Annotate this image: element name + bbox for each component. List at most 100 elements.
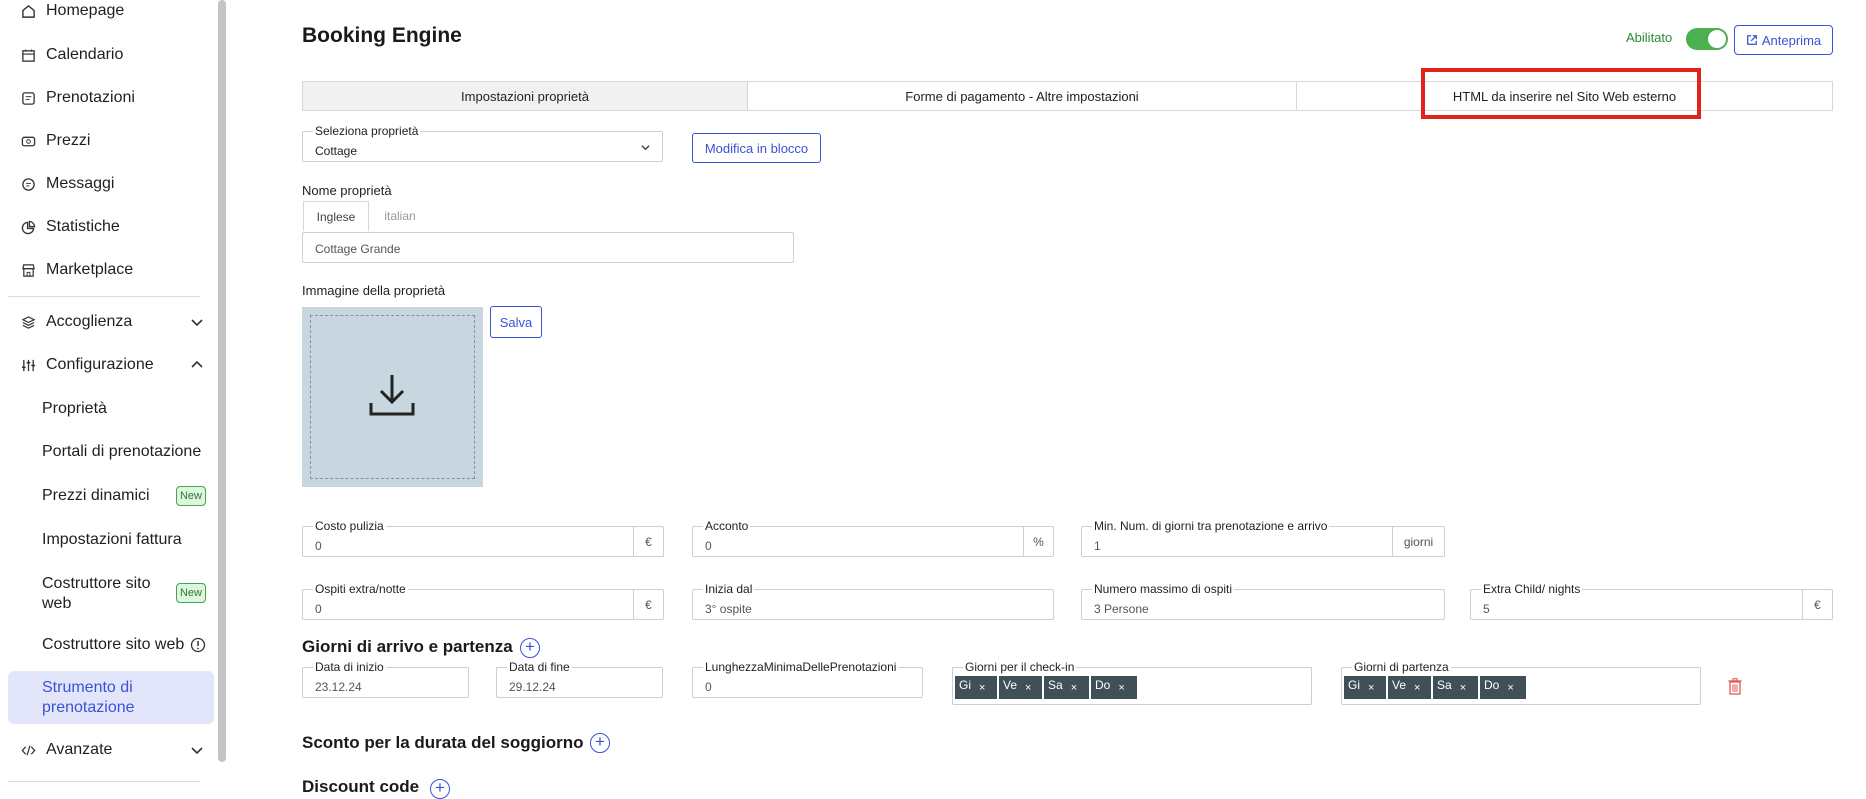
days-suffix: giorni [1392,527,1444,556]
sidebar-subitem-strumento[interactable]: Strumento di prenotazione [42,678,182,718]
sidebar: Homepage Calendario Prenotazioni Prezzi … [0,0,216,789]
chevron-up-icon[interactable] [190,358,204,372]
field-value: 3° ospite [705,602,752,616]
discount-code-title: Discount code [302,777,420,796]
chip-remove-icon[interactable]: × [1118,682,1124,694]
chevron-down-icon [641,145,650,151]
sidebar-item-prezzi[interactable]: Prezzi [20,126,90,156]
property-select[interactable]: Seleziona proprietà Cottage [302,125,663,162]
sidebar-subitem-proprieta[interactable]: Proprietà [42,399,107,419]
field-label: Extra Child/ nights [1481,582,1583,596]
day-chip[interactable]: Gi × [955,676,997,699]
enabled-toggle[interactable] [1686,28,1728,50]
sidebar-item-statistiche[interactable]: Statistiche [20,212,120,242]
sidebar-item-label: Calendario [46,46,124,63]
field-label: Seleziona proprietà [313,124,421,138]
message-icon [20,176,36,192]
chip-remove-icon[interactable]: × [1368,682,1374,694]
field-value: 0 [705,539,712,553]
starts-from-input[interactable]: Inizia dal 3° ospite [692,583,1054,620]
chip-remove-icon[interactable]: × [979,682,985,694]
min-length-input[interactable]: LunghezzaMinimaDellePrenotazioni 0 [692,661,923,698]
field-value: 1 [1094,539,1101,553]
field-label: Min. Num. di giorni tra prenotazione e a… [1092,519,1330,533]
sidebar-subitem-impostazioni-fattura[interactable]: Impostazioni fattura [42,530,182,550]
chip-remove-icon[interactable]: × [1460,682,1466,694]
image-upload-area[interactable] [302,307,483,487]
day-chip[interactable]: Do × [1091,676,1137,699]
currency-suffix: € [1802,590,1832,619]
sidebar-item-homepage[interactable]: Homepage [20,0,124,26]
chip-label: Do [1095,678,1111,692]
day-chip[interactable]: Gi × [1344,676,1386,699]
cleaning-cost-input[interactable]: Costo pulizia 0 € [302,520,664,557]
departure-days-select[interactable]: Giorni di partenza Gi × Ve × Sa × Do × [1341,661,1701,705]
add-discount-code-button[interactable]: + [430,779,450,799]
sidebar-item-accoglienza[interactable]: Accoglienza [20,307,132,337]
field-label: Acconto [703,519,751,533]
chip-label: Gi [1348,678,1360,692]
external-link-icon [1746,35,1757,45]
preview-button-label: Anteprima [1761,32,1822,48]
trash-icon[interactable] [1728,678,1742,695]
sidebar-item-calendario[interactable]: Calendario [20,40,123,70]
start-date-input[interactable]: Data di inizio 23.12.24 [302,661,469,698]
sidebar-item-label: Homepage [46,2,125,19]
percent-suffix: % [1023,527,1053,556]
chip-remove-icon[interactable]: × [1025,682,1031,694]
sidebar-subitem-prezzi-dinamici[interactable]: Prezzi dinamici [42,486,150,506]
day-chip[interactable]: Ve × [999,676,1042,699]
chip-remove-icon[interactable]: × [1414,682,1420,694]
property-name-input[interactable]: Cottage Grande [302,232,794,263]
sidebar-item-label: Messaggi [46,175,115,192]
chart-icon [20,219,36,235]
add-discount-duration-button[interactable]: + [590,733,610,753]
sidebar-subitem-costruttore-new[interactable]: Costruttore sito web [42,574,170,614]
bulk-edit-button[interactable]: Modifica in blocco [692,133,821,163]
sidebar-item-prenotazioni[interactable]: Prenotazioni [20,83,135,113]
highlight-box [1421,68,1701,119]
property-name-label: Nome proprietà [302,183,392,198]
new-badge: New [176,583,206,603]
day-chip[interactable]: Sa × [1044,676,1089,699]
min-days-input[interactable]: Min. Num. di giorni tra prenotazione e a… [1081,520,1445,557]
lang-tab-inglese[interactable]: Inglese [303,201,369,231]
field-label: Ospiti extra/notte [313,582,408,596]
end-date-input[interactable]: Data di fine 29.12.24 [496,661,663,698]
chevron-down-icon[interactable] [190,743,204,757]
sidebar-item-marketplace[interactable]: Marketplace [20,255,133,285]
deposit-input[interactable]: Acconto 0 % [692,520,1054,557]
sidebar-scrollbar[interactable] [218,0,226,762]
chip-remove-icon[interactable]: × [1507,682,1513,694]
save-button[interactable]: Salva [490,306,542,338]
sidebar-item-label: Configurazione [46,356,154,373]
code-icon [20,742,36,758]
extra-child-input[interactable]: Extra Child/ nights 5 € [1470,583,1833,620]
field-label: Data di inizio [313,660,386,674]
checkin-days-select[interactable]: Giorni per il check-in Gi × Ve × Sa × Do × [952,661,1312,705]
sidebar-item-label: Marketplace [46,261,134,278]
tab-impostazioni-proprieta[interactable]: Impostazioni proprietà [303,82,748,110]
day-chip[interactable]: Sa × [1433,676,1478,699]
add-arrival-button[interactable]: + [520,638,540,658]
tab-forme-pagamento[interactable]: Forme di pagamento - Altre impostazioni [748,82,1297,110]
sidebar-item-messaggi[interactable]: Messaggi [20,169,114,199]
chevron-down-icon[interactable] [190,315,204,329]
extra-guests-input[interactable]: Ospiti extra/notte 0 € [302,583,664,620]
page-title: Booking Engine [302,24,462,47]
money-icon [20,133,36,149]
chip-remove-icon[interactable]: × [1071,682,1077,694]
max-guests-input[interactable]: Numero massimo di ospiti 3 Persone [1081,583,1445,620]
layers-icon [20,314,36,330]
lang-tab-italian[interactable]: italian [373,201,427,231]
sidebar-subitem-portali[interactable]: Portali di prenotazione [42,442,201,462]
day-chip[interactable]: Ve × [1388,676,1431,699]
sidebar-item-configurazione[interactable]: Configurazione [20,350,154,380]
info-icon[interactable] [190,637,206,653]
field-value: 0 [315,602,322,616]
sidebar-item-avanzate[interactable]: Avanzate [20,735,112,765]
sidebar-subitem-costruttore[interactable]: Costruttore sito web [42,635,184,655]
preview-button[interactable]: Anteprima [1734,25,1833,55]
chip-label: Sa [1437,678,1452,692]
day-chip[interactable]: Do × [1480,676,1526,699]
